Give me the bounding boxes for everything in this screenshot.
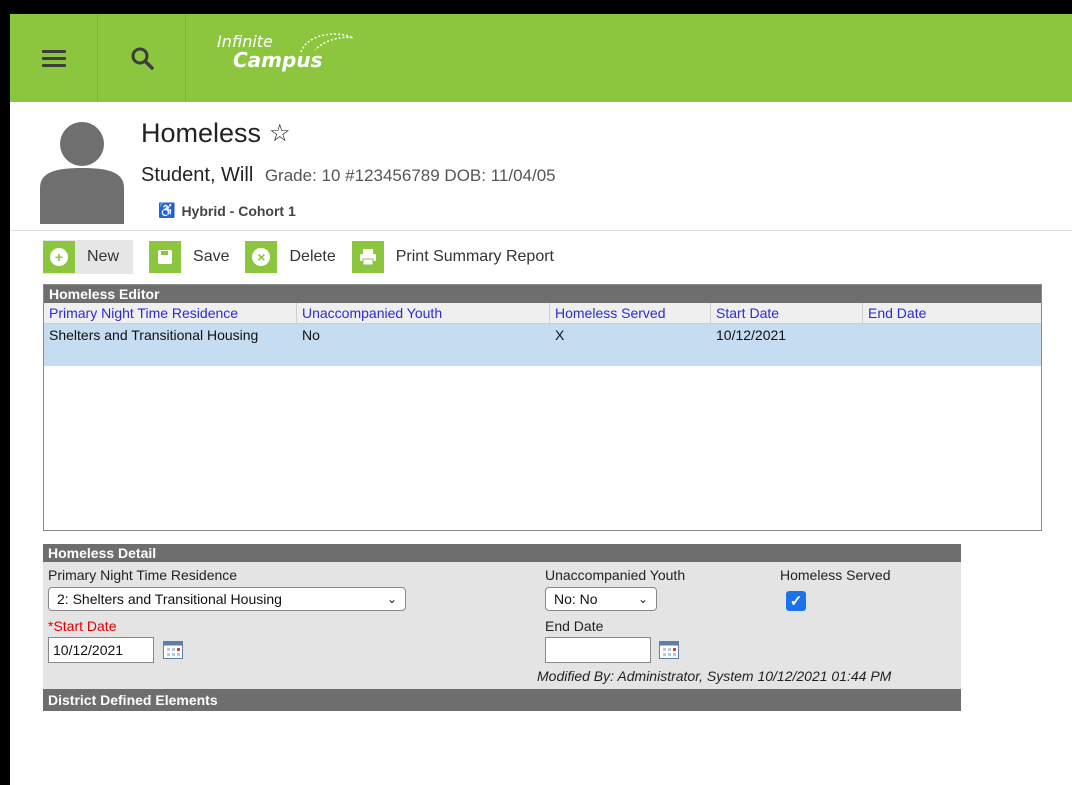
calendar-icon[interactable]: [659, 641, 679, 659]
search-icon: [131, 47, 154, 70]
page-title: Homeless ☆: [141, 118, 291, 149]
unaccompanied-label: Unaccompanied Youth: [545, 567, 686, 583]
residence-select-value: 2: Shelters and Transitional Housing: [57, 591, 282, 607]
chevron-down-icon: ⌄: [386, 592, 397, 606]
cohort-badge: ♿ Hybrid - Cohort 1: [158, 202, 296, 219]
student-info: Student, Will Grade: 10 #123456789 DOB: …: [141, 164, 556, 187]
student-avatar: [40, 122, 124, 224]
infinite-campus-logo[interactable]: Infinite Campus: [217, 33, 354, 70]
app-window: Infinite Campus Homeless ☆ Student, Will…: [10, 14, 1072, 785]
unaccompanied-select[interactable]: No: No ⌄: [545, 587, 657, 611]
person-hybrid-icon: ♿: [158, 202, 176, 218]
print-summary-button[interactable]: Print Summary Report: [351, 240, 554, 274]
action-toolbar: + New Save × Delete Print Summary Report: [43, 240, 570, 274]
column-header-start-date[interactable]: Start Date: [711, 303, 863, 323]
print-summary-label: Print Summary Report: [395, 248, 554, 265]
student-name: Student, Will: [141, 164, 254, 186]
served-checkbox[interactable]: ✓: [786, 591, 806, 611]
column-header-unaccompanied[interactable]: Unaccompanied Youth: [297, 303, 550, 323]
table-row[interactable]: Shelters and Transitional Housing No X 1…: [44, 324, 1041, 366]
residence-select[interactable]: 2: Shelters and Transitional Housing ⌄: [48, 587, 406, 611]
calendar-icon[interactable]: [163, 641, 183, 659]
cohort-label: Hybrid - Cohort 1: [181, 202, 296, 219]
column-header-residence[interactable]: Primary Night Time Residence: [44, 303, 297, 323]
search-button[interactable]: [98, 14, 186, 102]
cell-start-date: 10/12/2021: [716, 327, 787, 343]
star-outline-icon[interactable]: ☆: [269, 119, 291, 148]
modified-by-text: Modified By: Administrator, System 10/12…: [537, 668, 892, 684]
header-divider: [10, 230, 1072, 231]
save-button[interactable]: Save: [149, 240, 229, 274]
editor-grid-header: Primary Night Time Residence Unaccompani…: [44, 303, 1041, 324]
start-date-input[interactable]: 10/12/2021: [48, 637, 154, 663]
delete-button-label: Delete: [289, 248, 336, 265]
save-icon: [158, 250, 173, 264]
hamburger-icon: [41, 46, 66, 71]
chevron-down-icon: ⌄: [637, 592, 648, 606]
cell-end-date: [863, 324, 1041, 366]
top-bar: Infinite Campus: [10, 14, 1072, 102]
served-label: Homeless Served: [780, 567, 891, 583]
delete-button[interactable]: × Delete: [245, 240, 336, 274]
new-button[interactable]: + New: [43, 240, 134, 274]
start-date-label: *Start Date: [48, 618, 117, 634]
page-title-text: Homeless: [141, 118, 262, 148]
detail-title: Homeless Detail: [43, 544, 961, 562]
logo-swoosh-icon: [300, 33, 354, 53]
homeless-detail-panel: Homeless Detail Primary Night Time Resid…: [43, 544, 961, 711]
cell-served: X: [555, 327, 565, 343]
checkmark-icon: ✓: [789, 593, 803, 610]
cell-residence: Shelters and Transitional Housing: [49, 327, 259, 343]
homeless-editor-panel: Homeless Editor Primary Night Time Resid…: [43, 284, 1042, 531]
end-date-label: End Date: [545, 618, 604, 634]
plus-icon: +: [50, 248, 68, 266]
end-date-input[interactable]: [545, 637, 651, 663]
menu-button[interactable]: [10, 14, 98, 102]
cell-unaccompanied: No: [302, 327, 320, 343]
close-icon: ×: [252, 248, 271, 266]
column-header-served[interactable]: Homeless Served: [550, 303, 711, 323]
column-header-end-date[interactable]: End Date: [863, 303, 1041, 323]
printer-icon: [359, 249, 376, 266]
editor-title: Homeless Editor: [44, 285, 1041, 303]
student-meta: Grade: 10 #123456789 DOB: 11/04/05: [264, 166, 556, 185]
residence-label: Primary Night Time Residence: [48, 567, 238, 583]
new-button-label: New: [87, 248, 120, 265]
save-button-label: Save: [193, 248, 230, 265]
district-defined-elements-header[interactable]: District Defined Elements: [43, 689, 961, 711]
unaccompanied-select-value: No: No: [554, 591, 598, 607]
